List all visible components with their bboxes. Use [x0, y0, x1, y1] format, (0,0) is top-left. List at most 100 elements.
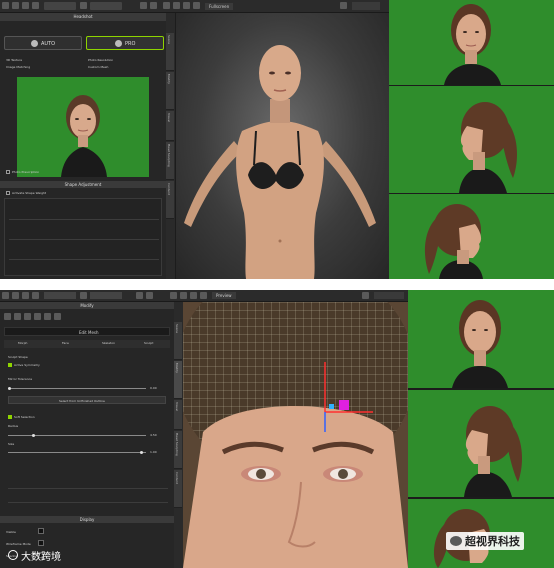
side-portrait-left [424, 204, 483, 279]
radius-slider-knob[interactable] [32, 434, 35, 437]
headshot-button[interactable] [90, 292, 122, 299]
modify-header: Modify [0, 302, 174, 309]
headshot-logo-button[interactable] [44, 2, 76, 10]
move-icon[interactable] [173, 2, 180, 9]
open-icon[interactable] [12, 2, 19, 9]
subtab-morph[interactable]: Morph [18, 341, 27, 345]
home-icon[interactable] [2, 2, 9, 9]
side-portrait [459, 102, 517, 193]
modify-panel: Modify Edit Mesh Morph Face Skeleton Scu… [0, 302, 174, 568]
feature-item: Image Matching [6, 65, 31, 69]
select-outline-button[interactable]: Select from Unfinished Outline [8, 396, 166, 404]
modify-tool-icon[interactable] [54, 313, 61, 320]
scale-icon[interactable] [200, 292, 207, 299]
radius-slider[interactable] [8, 435, 146, 436]
side-portrait-2 [464, 406, 522, 497]
scale-icon[interactable] [193, 2, 200, 9]
redo-icon[interactable] [146, 292, 153, 299]
modify-tool-icon[interactable] [4, 313, 11, 320]
mirror-value[interactable]: 0.00 [150, 386, 157, 390]
bottom-3d-viewport[interactable] [183, 302, 408, 568]
headshot-panel: Headshot AUTO PRO 3D Texture Photo Resol… [0, 13, 166, 279]
pro-mode-button[interactable]: PRO [86, 36, 164, 50]
preview-dropdown[interactable]: Fullscreen [205, 3, 234, 10]
tab-visual[interactable]: Visual [174, 400, 182, 430]
select-icon[interactable] [163, 2, 170, 9]
bald-avatar-model [184, 45, 376, 279]
tool-icon[interactable] [80, 2, 87, 9]
reference-photo-front [389, 0, 554, 85]
camera-icon[interactable] [362, 292, 369, 299]
headshot-button[interactable] [90, 2, 122, 10]
undo-icon[interactable] [136, 292, 143, 299]
soft-selection-label: Soft Selection [14, 415, 35, 419]
subtab-face[interactable]: Face [62, 341, 69, 345]
feature-item: Photo Resolution [88, 58, 114, 62]
auto-mode-button[interactable]: AUTO [4, 36, 82, 50]
select-icon[interactable] [170, 292, 177, 299]
symmetry-checkbox[interactable] [8, 363, 12, 367]
save-icon[interactable] [22, 2, 29, 9]
sculpt-section-label: Sculpt Shape [8, 355, 28, 359]
undo-icon[interactable] [140, 2, 147, 9]
import-icon[interactable] [32, 292, 39, 299]
tab-content[interactable]: Content [166, 181, 174, 219]
visible-toggle[interactable] [38, 528, 44, 534]
modify-tool-icon[interactable] [24, 313, 31, 320]
tab-head-sculpting[interactable]: Head Sculpting [166, 142, 174, 180]
subtab-sculpt[interactable]: Sculpt [144, 341, 153, 345]
camera-icon[interactable] [340, 2, 347, 9]
tab-head-sculpting[interactable]: Head Sculpting [174, 431, 182, 469]
display-row-label: Wireframe Mode [6, 542, 31, 546]
tab-scene[interactable]: Scene [174, 322, 182, 360]
tool-icon[interactable] [80, 292, 87, 299]
top-3d-viewport[interactable] [176, 13, 389, 279]
move-icon[interactable] [180, 292, 187, 299]
source-photo[interactable] [17, 77, 149, 177]
size-slider[interactable] [8, 452, 146, 453]
auto-label: AUTO [41, 41, 56, 47]
tab-modify[interactable]: Modify [166, 72, 174, 110]
source-photo-portrait [61, 95, 107, 177]
modify-tool-icon[interactable] [44, 313, 51, 320]
display-section-header: Display [0, 516, 174, 523]
bottom-toolbar: Preview [0, 290, 408, 302]
modify-tool-icon[interactable] [34, 313, 41, 320]
rotate-icon[interactable] [190, 292, 197, 299]
activate-checkbox[interactable] [6, 191, 10, 195]
mirror-slider-knob[interactable] [8, 387, 11, 390]
subtab-skeleton[interactable]: Skeleton [102, 341, 115, 345]
headshot-logo-button[interactable] [44, 292, 76, 299]
import-icon[interactable] [32, 2, 39, 9]
tab-visual[interactable]: Visual [166, 111, 174, 141]
tab-modify[interactable]: Modify [174, 361, 182, 399]
divider [8, 502, 168, 503]
reference-photo-side-2 [408, 390, 554, 497]
tab-scene[interactable]: Scene [166, 33, 174, 71]
modify-tool-icon[interactable] [14, 313, 21, 320]
tab-content[interactable]: Content [174, 470, 182, 508]
face-closeup-wireframe [183, 302, 408, 568]
reference-photo-front-2 [408, 290, 554, 388]
radius-value[interactable]: 4.50 [150, 433, 157, 437]
edit-mesh-bar[interactable]: Edit Mesh [4, 327, 170, 336]
divider [9, 259, 159, 260]
wireframe-toggle[interactable] [38, 540, 44, 546]
redo-icon[interactable] [150, 2, 157, 9]
edit-mesh-label: Edit Mesh [79, 330, 99, 335]
prescription-checkbox[interactable] [6, 170, 10, 174]
size-value[interactable]: 1.00 [150, 450, 157, 454]
project-label [352, 2, 380, 10]
home-icon[interactable] [2, 292, 9, 299]
size-slider-knob[interactable] [140, 451, 143, 454]
shape-controls-area [4, 198, 162, 276]
rotate-icon[interactable] [183, 2, 190, 9]
open-icon[interactable] [12, 292, 19, 299]
soft-selection-checkbox[interactable] [8, 415, 12, 419]
save-icon[interactable] [22, 292, 29, 299]
radius-label: Radius [8, 424, 19, 428]
watermark-right: 超视界科技 [446, 532, 524, 550]
divider [8, 488, 168, 489]
mirror-slider[interactable] [8, 388, 146, 389]
preview-dropdown[interactable]: Preview [212, 292, 236, 299]
